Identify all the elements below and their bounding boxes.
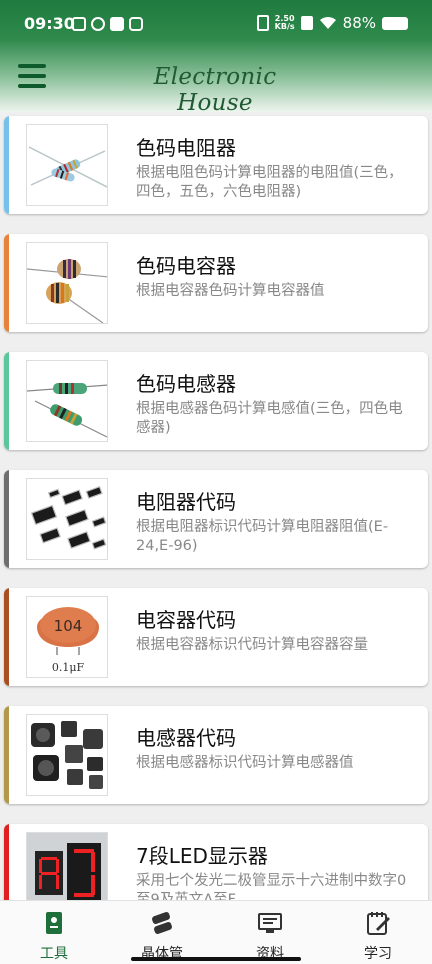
card-accent [4, 824, 9, 900]
bottom-nav: 工具 晶体管 资料 学习 [0, 900, 432, 964]
card-title: 7段LED显示器 [136, 844, 268, 868]
ceramic-capacitor-icon: 104 0.1μF [26, 596, 108, 678]
wifi-icon [319, 16, 336, 29]
card-accent [4, 706, 9, 804]
card-color-inductor[interactable]: 色码电感器 根据电感器色码计算电感值(三色，四色电感器) [4, 352, 428, 450]
status-bar: 09:30 2.50 KB/s 88% [0, 0, 432, 50]
card-accent [4, 352, 9, 450]
vibrate-icon [256, 15, 269, 31]
color-capacitor-icon [26, 242, 108, 324]
color-inductor-icon [26, 360, 108, 442]
sim-off-icon [300, 16, 313, 30]
thumb-capacitor-code: 104 [54, 617, 83, 635]
card-seven-segment[interactable]: 7段LED显示器 采用七个发光二极管显示十六进制中数字0至9及英文A至F [4, 824, 428, 900]
card-title: 色码电容器 [136, 254, 236, 278]
app-title: Electronic House [153, 64, 277, 116]
nav-tab-label: 工具 [40, 946, 68, 962]
transistor-icon [152, 912, 172, 934]
card-accent [4, 588, 9, 686]
monitor-icon [258, 913, 282, 933]
card-description: 根据电感器标识代码计算电感器值 [136, 755, 354, 771]
card-title: 电阻器代码 [136, 490, 236, 514]
card-color-capacitor[interactable]: 色码电容器 根据电容器色码计算电容器值 [4, 234, 428, 332]
card-description: 根据电阻器标识代码计算电阻器阻值(E-24,E-96) [136, 519, 389, 554]
card-title: 色码电感器 [136, 372, 236, 396]
menu-button[interactable] [18, 64, 48, 90]
card-title: 色码电阻器 [136, 136, 236, 160]
card-accent [4, 470, 9, 568]
menu-icon-bar [18, 74, 46, 78]
card-capacitor-code[interactable]: 104 0.1μF 电容器代码 根据电容器标识代码计算电容器容量 [4, 588, 428, 686]
card-accent [4, 116, 9, 214]
tool-list[interactable]: 色码电阻器 根据电阻色码计算电阻器的电阻值(三色，四色，五色，六色电阻器) 色码… [0, 112, 432, 900]
status-time: 09:30 [24, 14, 75, 33]
tools-icon [46, 912, 62, 934]
nav-tab-transistor[interactable]: 晶体管 [108, 907, 216, 962]
card-description: 根据电阻色码计算电阻器的电阻值(三色，四色，五色，六色电阻器) [136, 165, 403, 200]
card-description: 根据电感器色码计算电感值(三色，四色电感器) [136, 401, 403, 436]
smd-inductor-icon [26, 714, 108, 796]
card-title: 电感器代码 [136, 726, 236, 750]
seven-segment-icon [26, 832, 108, 900]
status-right: 2.50 KB/s 88% [256, 14, 408, 32]
notepad-icon [367, 912, 390, 935]
net-speed: 2.50 KB/s [275, 15, 295, 31]
nav-tab-resources[interactable]: 资料 [216, 907, 324, 962]
nav-tab-tools[interactable]: 工具 [0, 907, 108, 962]
menu-icon-bar [18, 84, 46, 88]
net-speed-unit: KB/s [274, 22, 295, 31]
notification-app-icon [129, 17, 143, 31]
card-title: 电容器代码 [136, 608, 236, 632]
color-resistor-icon [26, 124, 108, 206]
app-header: 09:30 2.50 KB/s 88% Electronic House [0, 0, 432, 116]
card-color-resistor[interactable]: 色码电阻器 根据电阻色码计算电阻器的电阻值(三色，四色，五色，六色电阻器) [4, 116, 428, 214]
battery-icon [382, 16, 408, 30]
card-description: 根据电容器色码计算电容器值 [136, 283, 325, 299]
nav-tab-label: 学习 [364, 946, 392, 962]
card-inductor-code[interactable]: 电感器代码 根据电感器标识代码计算电感器值 [4, 706, 428, 804]
card-description: 根据电容器标识代码计算电容器容量 [136, 637, 368, 653]
battery-percent: 88% [342, 14, 376, 32]
menu-icon [18, 64, 46, 68]
notification-app-icon [72, 17, 86, 31]
notification-app-icon [91, 17, 105, 31]
notification-icons [72, 17, 143, 31]
smd-resistor-icon [26, 478, 108, 560]
tiktok-icon [110, 17, 124, 31]
card-resistor-code[interactable]: 电阻器代码 根据电阻器标识代码计算电阻器阻值(E-24,E-96) [4, 470, 428, 568]
card-description: 采用七个发光二极管显示十六进制中数字0至9及英文A至F [136, 873, 407, 900]
thumb-capacitor-value: 0.1μF [52, 661, 85, 674]
nav-tab-learn[interactable]: 学习 [324, 907, 432, 962]
card-accent [4, 234, 9, 332]
home-indicator[interactable] [131, 957, 301, 961]
